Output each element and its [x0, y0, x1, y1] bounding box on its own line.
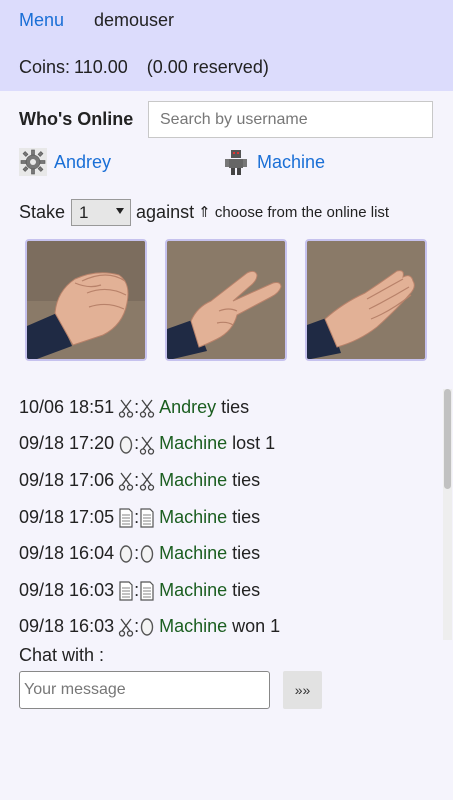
- robot-avatar-icon: [225, 150, 247, 175]
- scissors-move-icon: [118, 397, 134, 418]
- history-date: 09/18 16:03: [19, 579, 115, 600]
- history-date: 10/06 18:51: [19, 396, 115, 417]
- scissors-move-icon: [118, 616, 134, 638]
- history-row: 09/18 16:04: Machine ties: [19, 535, 439, 572]
- history-date: 09/18 16:04: [19, 543, 115, 564]
- history-scrollbar[interactable]: [443, 389, 452, 640]
- history-result: ties: [232, 469, 261, 490]
- paper-move-icon: [139, 580, 155, 601]
- paper-hand-icon: [307, 241, 425, 359]
- scissors-hand-icon: [167, 241, 285, 359]
- coins-balance: Coins: 110.00 (0.00 reserved): [19, 57, 273, 78]
- history-opponent[interactable]: Andrey: [159, 397, 216, 418]
- scissors-move-icon: [139, 433, 155, 455]
- rock-hand-icon: [27, 241, 145, 359]
- history-opponent[interactable]: Machine: [159, 616, 227, 637]
- history-row: 09/18 17:05: Machine ties: [19, 499, 439, 536]
- stake-value: 1: [79, 202, 89, 222]
- whos-online-title: Who's Online: [19, 109, 134, 129]
- paper-button[interactable]: [305, 239, 427, 361]
- history-opponent[interactable]: Machine: [159, 580, 227, 601]
- rock-button[interactable]: [25, 239, 147, 361]
- coins-label: Coins:: [19, 57, 71, 77]
- history-row: 09/18 17:06: Machine ties: [19, 462, 439, 499]
- menu-link[interactable]: Menu: [19, 10, 64, 31]
- scrollbar-thumb[interactable]: [444, 389, 451, 489]
- history-row: 09/18 17:20: Machine lost 1: [19, 426, 439, 463]
- stake-select[interactable]: 1: [71, 198, 132, 226]
- history-date: 09/18 16:03: [19, 616, 115, 637]
- cog-avatar-icon: [19, 148, 47, 176]
- username-search-input[interactable]: [148, 101, 433, 138]
- paper-move-icon: [118, 580, 134, 601]
- history-row: 09/18 16:03: Machine ties: [19, 572, 439, 609]
- history-result: ties: [232, 579, 261, 600]
- history-opponent[interactable]: Machine: [159, 433, 227, 454]
- history-date: 09/18 17:06: [19, 469, 115, 490]
- online-user-name[interactable]: Andrey: [54, 152, 111, 173]
- paper-move-icon: [139, 506, 155, 528]
- top-header: Menu demouser Coins: 110.00 (0.00 reserve…: [0, 0, 453, 91]
- history-result: lost 1: [232, 433, 276, 454]
- coins-reserved: (0.00 reserved): [146, 57, 269, 77]
- rock-move-icon: [139, 543, 155, 564]
- history-result: ties: [221, 396, 250, 417]
- rock-move-icon: [139, 616, 155, 637]
- history-date: 09/18 17:20: [19, 433, 115, 454]
- scissors-move-icon: [139, 470, 155, 491]
- stake-row: Stake 1 against ⇑ choose from the online…: [19, 198, 389, 226]
- history-date: 09/18 17:05: [19, 506, 115, 527]
- dropdown-arrow-icon: [116, 207, 125, 214]
- history-opponent[interactable]: Machine: [159, 543, 227, 564]
- coins-value: 110.00: [74, 57, 128, 77]
- scissors-button[interactable]: [165, 239, 287, 361]
- stake-label: Stake: [19, 201, 66, 222]
- choose-opponent-hint: ⇑ choose from the online list: [198, 204, 390, 221]
- online-user-andrey[interactable]: Andrey: [19, 147, 111, 177]
- send-message-button[interactable]: »»: [283, 671, 322, 709]
- chat-message-input[interactable]: [19, 671, 270, 709]
- online-user-name[interactable]: Machine: [257, 152, 325, 173]
- against-label: against: [136, 201, 195, 222]
- history-opponent[interactable]: Machine: [159, 470, 227, 491]
- rock-move-icon: [118, 543, 134, 564]
- rock-move-icon: [118, 433, 134, 454]
- history-result: won 1: [232, 616, 281, 637]
- chat-with-label: Chat with :: [19, 645, 105, 665]
- history-row: 09/18 16:03: Machine won 1: [19, 609, 439, 640]
- history-row: 10/06 18:51: Andrey ties: [19, 389, 439, 426]
- history-result: ties: [232, 506, 261, 527]
- history-result: ties: [232, 543, 261, 564]
- game-history-list: 10/06 18:51: Andrey ties 09/18 17:20: Machin…: [19, 389, 439, 640]
- paper-move-icon: [118, 506, 134, 528]
- scissors-move-icon: [139, 397, 155, 418]
- current-username: demouser: [94, 10, 175, 30]
- history-opponent[interactable]: Machine: [159, 507, 227, 528]
- scissors-move-icon: [118, 470, 134, 491]
- online-user-machine[interactable]: Machine: [222, 147, 325, 177]
